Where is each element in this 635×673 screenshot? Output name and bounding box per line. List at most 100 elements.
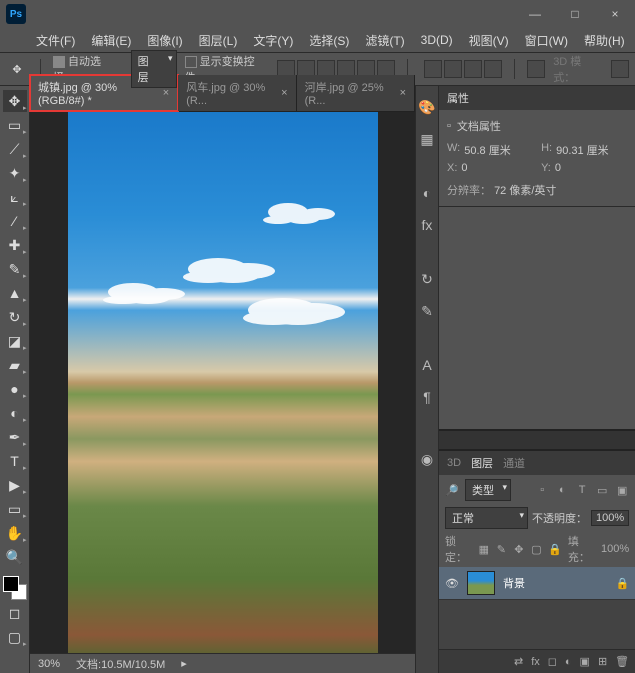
- minimize-button[interactable]: —: [515, 0, 555, 28]
- close-icon[interactable]: ×: [163, 87, 169, 99]
- history-brush-tool[interactable]: ↻▸: [3, 306, 27, 328]
- delete-layer-icon[interactable]: 🗑: [615, 655, 629, 668]
- filter-shape-icon[interactable]: ▭: [595, 483, 609, 497]
- quickmask-toggle[interactable]: ◻: [3, 602, 27, 624]
- filter-adjust-icon[interactable]: ◐: [555, 483, 569, 497]
- menu-select[interactable]: 选择(S): [303, 30, 355, 51]
- filter-type-icon[interactable]: T: [575, 483, 589, 497]
- foreground-color-swatch[interactable]: [3, 576, 19, 592]
- eyedropper-tool[interactable]: ⁄▸: [3, 210, 27, 232]
- tab-layers[interactable]: 图层: [471, 455, 493, 471]
- shape-tool[interactable]: ▭▸: [3, 498, 27, 520]
- styles-panel-icon[interactable]: fx: [416, 214, 438, 236]
- mode-3d-btn[interactable]: [611, 60, 629, 78]
- fx-icon[interactable]: fx: [531, 656, 540, 668]
- search-icon[interactable]: 🔎: [445, 483, 459, 497]
- fill-value[interactable]: 100%: [601, 543, 629, 555]
- layer-thumbnail[interactable]: [467, 571, 495, 595]
- cc-libs-icon[interactable]: ◉: [416, 448, 438, 470]
- stamp-tool[interactable]: ▲▸: [3, 282, 27, 304]
- filter-smart-icon[interactable]: ▣: [615, 483, 629, 497]
- opacity-value[interactable]: 100%: [591, 510, 629, 526]
- lock-transparency-icon[interactable]: ▦: [478, 542, 490, 556]
- history-panel-icon[interactable]: ↻: [416, 268, 438, 290]
- type-tool[interactable]: T▸: [3, 450, 27, 472]
- distribute-4[interactable]: [484, 60, 502, 78]
- path-select-tool[interactable]: ▶▸: [3, 474, 27, 496]
- lasso-tool[interactable]: ⟋▸: [3, 138, 27, 160]
- lock-icon[interactable]: 🔒: [615, 577, 629, 590]
- brush-tool[interactable]: ✎▸: [3, 258, 27, 280]
- new-layer-icon[interactable]: ⊞: [598, 655, 607, 668]
- group-icon[interactable]: ▣: [580, 655, 590, 668]
- menu-help[interactable]: 帮助(H): [578, 30, 631, 51]
- close-button[interactable]: ×: [595, 0, 635, 28]
- blur-tool[interactable]: ●▸: [3, 378, 27, 400]
- brushes-panel-icon[interactable]: ✎: [416, 300, 438, 322]
- gradient-tool[interactable]: ▰▸: [3, 354, 27, 376]
- properties-tab[interactable]: 属性: [447, 90, 469, 106]
- color-swatches[interactable]: [3, 576, 27, 600]
- marquee-tool[interactable]: ▭▸: [3, 114, 27, 136]
- maximize-button[interactable]: □: [555, 0, 595, 28]
- close-icon[interactable]: ×: [281, 87, 287, 99]
- lock-all-icon[interactable]: 🔒: [548, 542, 562, 556]
- auto-select-target-dropdown[interactable]: 图层: [131, 50, 177, 88]
- more-align[interactable]: [527, 60, 545, 78]
- menu-image[interactable]: 图像(I): [141, 30, 188, 51]
- eraser-tool[interactable]: ◪▸: [3, 330, 27, 352]
- collapsed-panel-icons: 🎨 ▦ ◐ fx ↻ ✎ A ¶ ◉: [415, 86, 439, 673]
- panel-divider[interactable]: [439, 429, 635, 451]
- tab-3d[interactable]: 3D: [447, 457, 461, 469]
- layer-name[interactable]: 背景: [503, 575, 607, 591]
- menu-file[interactable]: 文件(F): [30, 30, 81, 51]
- blend-mode-dropdown[interactable]: 正常: [445, 507, 528, 529]
- lock-pixels-icon[interactable]: ✎: [496, 542, 508, 556]
- close-icon[interactable]: ×: [400, 87, 406, 99]
- zoom-tool[interactable]: 🔍: [3, 546, 27, 568]
- doc-tab-3[interactable]: 河岸.jpg @ 25%(R... ×: [297, 75, 415, 111]
- adjustment-layer-icon[interactable]: ◐: [565, 656, 572, 668]
- screenmode-toggle[interactable]: ▢▸: [3, 626, 27, 648]
- menu-filter[interactable]: 滤镜(T): [359, 30, 410, 51]
- move-tool[interactable]: ✥▸: [3, 90, 27, 112]
- mode-3d-label: 3D 模式：: [553, 53, 603, 85]
- adjustments-panel-icon[interactable]: ◐: [416, 182, 438, 204]
- tab-channels[interactable]: 通道: [503, 455, 525, 471]
- menu-3d[interactable]: 3D(D): [415, 31, 459, 49]
- hand-tool[interactable]: ✋▸: [3, 522, 27, 544]
- link-layers-icon[interactable]: ⇄: [514, 655, 523, 668]
- menu-view[interactable]: 视图(V): [463, 30, 515, 51]
- distribute-2[interactable]: [444, 60, 462, 78]
- properties-panel-header[interactable]: 属性: [439, 86, 635, 110]
- menu-edit[interactable]: 编辑(E): [85, 30, 137, 51]
- healing-tool[interactable]: ✚▸: [3, 234, 27, 256]
- crop-tool[interactable]: ⟀▸: [3, 186, 27, 208]
- menu-type[interactable]: 文字(Y): [247, 30, 299, 51]
- toolbox: ✥▸ ▭▸ ⟋▸ ✦▸ ⟀▸ ⁄▸ ✚▸ ✎▸ ▲▸ ↻▸ ◪▸ ▰▸ ●▸ ◐…: [0, 86, 30, 673]
- character-panel-icon[interactable]: A: [416, 354, 438, 376]
- mask-icon[interactable]: ◻: [548, 655, 557, 668]
- magic-wand-tool[interactable]: ✦▸: [3, 162, 27, 184]
- swatches-panel-icon[interactable]: ▦: [416, 128, 438, 150]
- doc-tab-2[interactable]: 风车.jpg @ 30%(R... ×: [178, 75, 296, 111]
- distribute-3[interactable]: [464, 60, 482, 78]
- lock-artboard-icon[interactable]: ▢: [531, 542, 543, 556]
- dodge-tool[interactable]: ◐▸: [3, 402, 27, 424]
- layer-item[interactable]: 👁 背景 🔒: [439, 567, 635, 600]
- visibility-icon[interactable]: 👁: [445, 577, 459, 590]
- pen-tool[interactable]: ✒▸: [3, 426, 27, 448]
- paragraph-panel-icon[interactable]: ¶: [416, 386, 438, 408]
- zoom-level[interactable]: 30%: [38, 658, 60, 670]
- color-panel-icon[interactable]: 🎨: [416, 96, 438, 118]
- menu-layer[interactable]: 图层(L): [193, 30, 244, 51]
- canvas-viewport[interactable]: [30, 112, 415, 653]
- auto-select-checkbox[interactable]: [53, 56, 65, 68]
- status-arrow-icon[interactable]: ▸: [181, 657, 187, 670]
- filter-pixel-icon[interactable]: ▫: [535, 483, 549, 497]
- show-transform-checkbox[interactable]: [185, 56, 197, 68]
- filter-kind-dropdown[interactable]: 类型: [465, 479, 511, 501]
- lock-position-icon[interactable]: ✥: [513, 542, 525, 556]
- distribute-1[interactable]: [424, 60, 442, 78]
- menu-window[interactable]: 窗口(W): [519, 30, 574, 51]
